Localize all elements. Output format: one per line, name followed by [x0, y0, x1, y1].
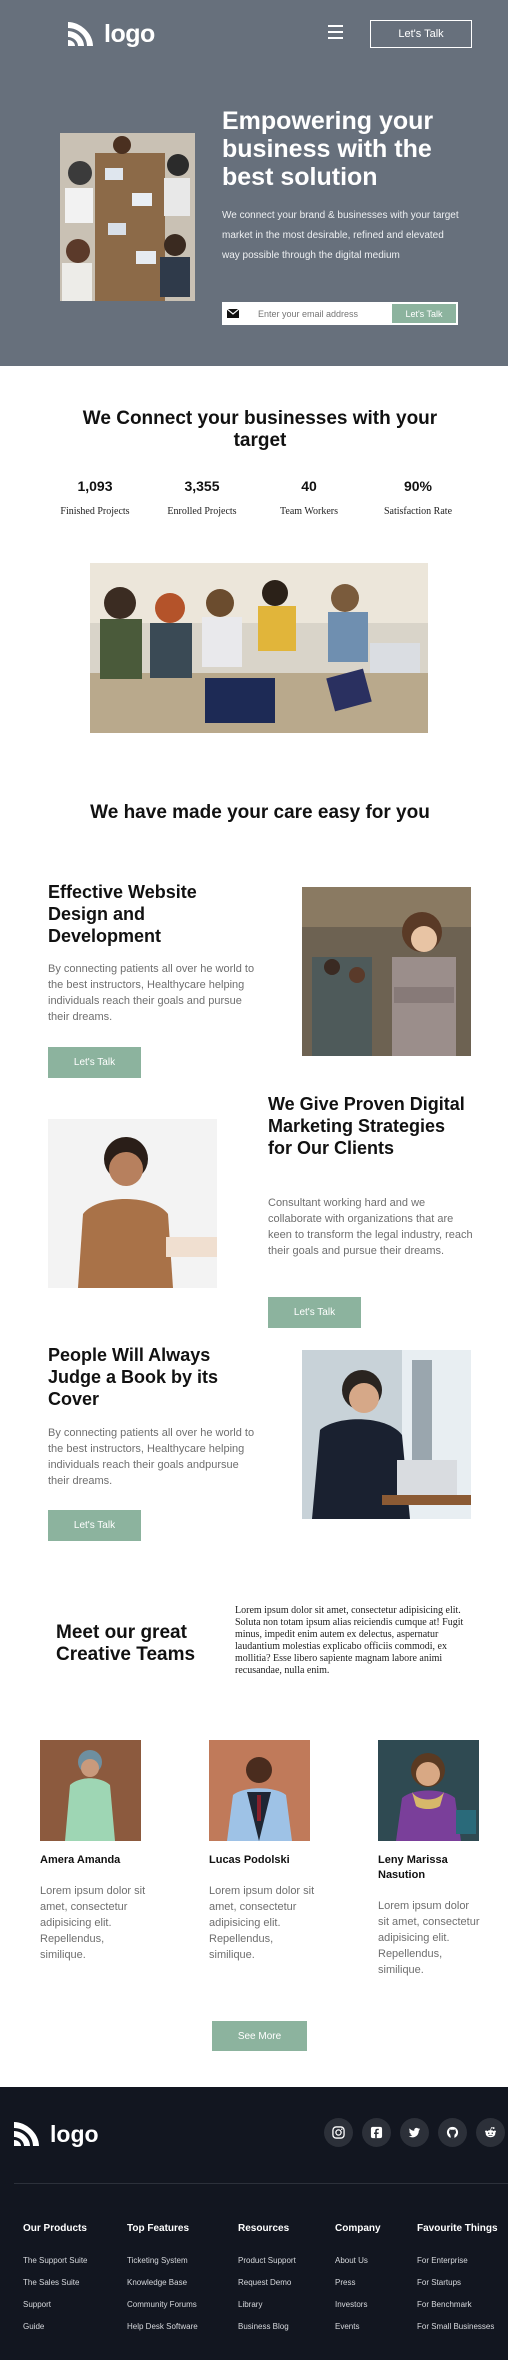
- member-name: Leny Marissa Nasution: [378, 1854, 448, 1881]
- logo-icon: [14, 2122, 39, 2146]
- footer-column-heading: Favourite Things: [417, 2223, 498, 2234]
- footer-link[interactable]: Product Support: [238, 2256, 296, 2265]
- footer-link[interactable]: Request Demo: [238, 2278, 296, 2287]
- footer-column: Favourite Things For Enterprise For Star…: [417, 2223, 498, 2344]
- member-bio: Lorem ipsum dolor sit amet, consectetur …: [378, 1900, 480, 1976]
- logo-icon: [68, 22, 93, 46]
- footer-column-heading: Company: [335, 2223, 381, 2234]
- footer-logo[interactable]: logo: [12, 2119, 99, 2149]
- feature-title: Effective Website Design and Development: [48, 882, 197, 946]
- feature-title: People Will Always Judge a Book by its C…: [48, 1345, 219, 1409]
- feature-image: [302, 887, 471, 1056]
- footer-link[interactable]: The Sales Suite: [23, 2278, 87, 2287]
- stat-value: 40: [301, 478, 317, 494]
- stat-label: Satisfaction Rate: [383, 506, 453, 517]
- hero-image: [60, 133, 195, 301]
- hamburger-icon[interactable]: [328, 25, 343, 39]
- hero-section: logo Let's Talk Empowering your business…: [0, 0, 508, 366]
- footer-column: Resources Product Support Request Demo L…: [238, 2223, 296, 2344]
- navbar: logo Let's Talk: [0, 16, 508, 52]
- member-bio: Lorem ipsum dolor sit amet, consectetur …: [40, 1885, 146, 1961]
- feature-description: Consultant working hard and we collabora…: [268, 1197, 473, 1257]
- connect-title: We Connect your businesses with your tar…: [82, 408, 438, 451]
- facebook-icon[interactable]: [362, 2118, 391, 2147]
- footer-link[interactable]: For Benchmark: [417, 2300, 498, 2309]
- member-photo: [209, 1740, 310, 1841]
- stat-label: Enrolled Projects: [167, 506, 237, 517]
- mail-icon: [224, 304, 242, 323]
- footer-link[interactable]: Library: [238, 2300, 296, 2309]
- footer-link[interactable]: About Us: [335, 2256, 381, 2265]
- footer-link[interactable]: For Startups: [417, 2278, 498, 2287]
- footer-link[interactable]: Knowledge Base: [127, 2278, 198, 2287]
- footer-column-heading: Resources: [238, 2223, 290, 2234]
- logo[interactable]: logo: [66, 19, 155, 49]
- feature-image: [48, 1119, 217, 1288]
- stat-item: 90% Satisfaction Rate: [363, 478, 473, 517]
- email-input[interactable]: [242, 308, 392, 319]
- feature-cta-button[interactable]: Let's Talk: [48, 1047, 141, 1078]
- github-icon[interactable]: [438, 2118, 467, 2147]
- email-submit-button[interactable]: Let's Talk: [392, 304, 456, 323]
- footer-link[interactable]: For Small Businesses: [417, 2322, 498, 2331]
- stat-item: 40 Team Workers: [254, 478, 364, 517]
- footer-column-heading: Our Products: [23, 2223, 87, 2234]
- see-more-button[interactable]: See More: [212, 2021, 307, 2051]
- social-links: [324, 2118, 508, 2147]
- email-form: Let's Talk: [222, 302, 458, 325]
- footer-divider: [14, 2183, 508, 2184]
- member-photo: [40, 1740, 141, 1841]
- footer-link[interactable]: Help Desk Software: [127, 2322, 198, 2331]
- team-description: Lorem ipsum dolor sit amet, consectetur …: [235, 1605, 464, 1676]
- page: logo Let's Talk Empowering your business…: [0, 0, 508, 2360]
- feature-description: By connecting patients all over he world…: [48, 1427, 255, 1487]
- hero-title: Empowering your business with the best s…: [222, 107, 434, 191]
- feature-title: We Give Proven Digital Marketing Strateg…: [268, 1094, 465, 1158]
- footer-column: Our Products The Support Suite The Sales…: [23, 2223, 87, 2344]
- stat-item: 1,093 Finished Projects: [40, 478, 150, 517]
- member-name: Lucas Podolski: [209, 1854, 290, 1866]
- member-photo: [378, 1740, 479, 1841]
- footer-column: Top Features Ticketing System Knowledge …: [127, 2223, 198, 2344]
- hero-description: We connect your brand & businesses with …: [222, 210, 459, 261]
- member-bio: Lorem ipsum dolor sit amet, consectetur …: [209, 1885, 315, 1961]
- stat-item: 3,355 Enrolled Projects: [147, 478, 257, 517]
- footer-link[interactable]: Business Blog: [238, 2322, 296, 2331]
- stat-value: 90%: [403, 478, 433, 494]
- footer-link[interactable]: For Enterprise: [417, 2256, 498, 2265]
- footer-link[interactable]: Support: [23, 2300, 87, 2309]
- footer-link[interactable]: Guide: [23, 2322, 87, 2331]
- feature-cta-button[interactable]: Let's Talk: [48, 1510, 141, 1541]
- footer-link[interactable]: The Support Suite: [23, 2256, 87, 2265]
- footer-link[interactable]: Events: [335, 2322, 381, 2331]
- team-title: Meet our great Creative Teams: [56, 1622, 196, 1665]
- stat-label: Team Workers: [279, 506, 338, 517]
- footer-column: Company About Us Press Investors Events: [335, 2223, 381, 2344]
- instagram-icon[interactable]: [324, 2118, 353, 2147]
- feature-description: By connecting patients all over he world…: [48, 963, 255, 1023]
- stats-row: 1,093 Finished Projects 3,355 Enrolled P…: [40, 478, 480, 524]
- footer-column-heading: Top Features: [127, 2223, 190, 2234]
- header-cta-button[interactable]: Let's Talk: [370, 20, 472, 48]
- team-meeting-image: [90, 563, 428, 733]
- footer-link[interactable]: Community Forums: [127, 2300, 198, 2309]
- feature-cta-button[interactable]: Let's Talk: [268, 1297, 361, 1328]
- footer-logo-text: logo: [50, 2120, 99, 2147]
- logo-text: logo: [104, 19, 155, 48]
- twitter-icon[interactable]: [400, 2118, 429, 2147]
- footer-link[interactable]: Ticketing System: [127, 2256, 198, 2265]
- stat-value: 1,093: [77, 478, 113, 494]
- stat-label: Finished Projects: [60, 506, 130, 517]
- footer-link[interactable]: Investors: [335, 2300, 381, 2309]
- footer: logo Our Products The Support Suite The: [0, 2087, 508, 2360]
- care-title: We have made your care easy for you: [90, 802, 430, 823]
- feature-image: [302, 1350, 471, 1519]
- footer-link[interactable]: Press: [335, 2278, 381, 2287]
- reddit-icon[interactable]: [476, 2118, 505, 2147]
- stat-value: 3,355: [184, 478, 220, 494]
- member-name: Amera Amanda: [40, 1854, 121, 1866]
